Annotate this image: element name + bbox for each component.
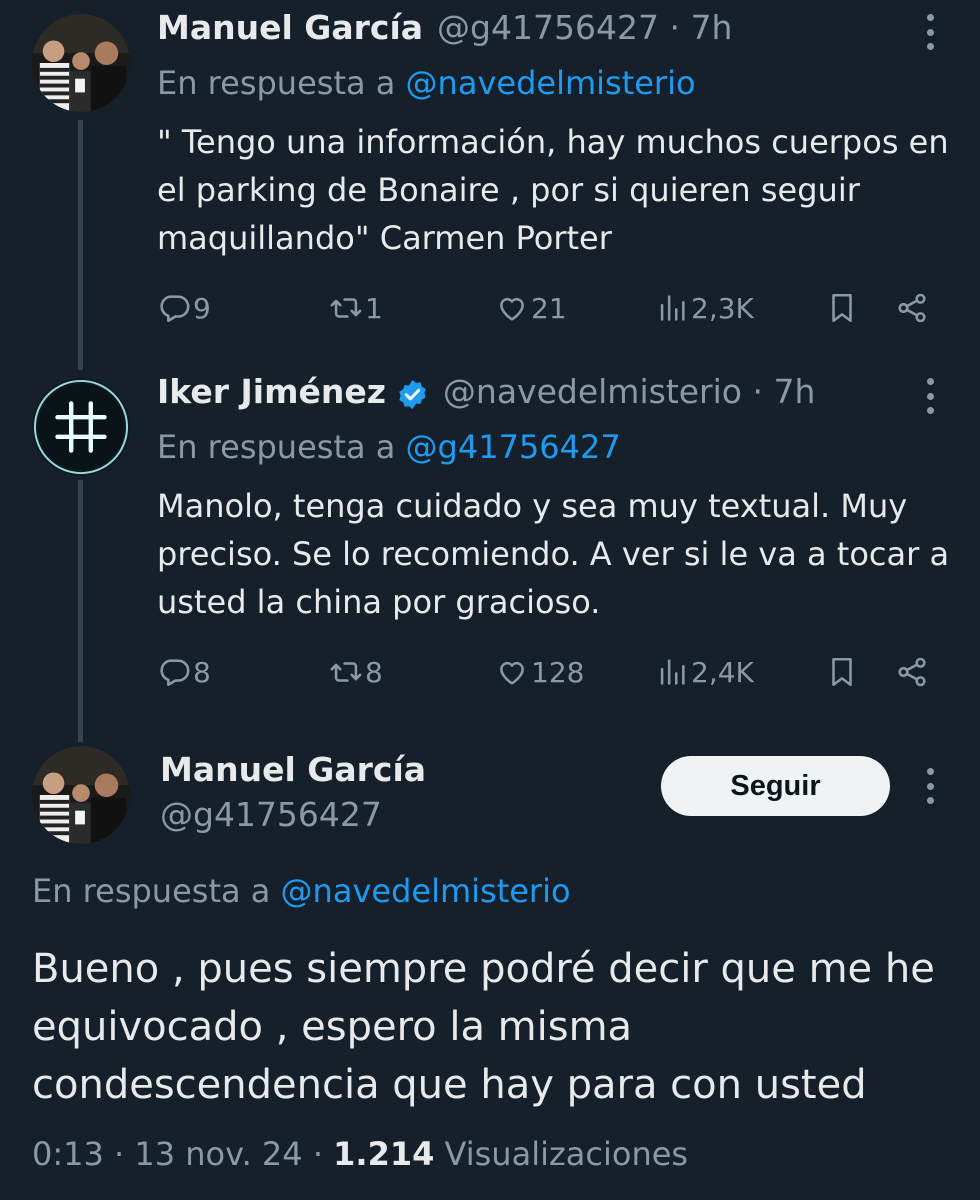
reply-context: En respuesta a @g41756427 [157,428,621,466]
hashtag-logo-icon [32,378,130,476]
like-count: 128 [531,655,585,689]
like-button[interactable]: 128 [495,652,584,692]
avatar[interactable] [32,746,130,844]
share-button[interactable] [895,652,929,692]
reply-to-link[interactable]: @g41756427 [406,428,621,466]
verified-icon [399,379,426,409]
views-count: 2,4K [691,655,754,689]
more-icon[interactable] [922,768,938,804]
tweet-header: Iker Jiménez @navedelmisterio · 7h [157,372,815,416]
views-count: 1.214 [333,1135,435,1173]
retweet-icon [330,662,362,682]
reply-icon [160,659,190,687]
avatar[interactable] [32,378,130,476]
tweet-time: · 7h [752,372,816,411]
author-handle[interactable]: @navedelmisterio · 7h [443,372,815,411]
reply-prefix: En respuesta a [157,428,396,466]
bookmark-button[interactable] [825,652,859,692]
tweet-2[interactable]: Iker Jiménez @navedelmisterio · 7h En re… [0,0,980,720]
more-icon[interactable] [922,378,938,414]
action-bar: 8 8 128 2,4K [157,652,947,692]
like-icon [500,661,524,685]
views-button[interactable]: 2,4K [655,652,754,692]
author-name[interactable]: Manuel García [160,750,426,789]
tweet-text: Bueno , pues siempre podré decir que me … [32,946,935,1108]
reply-prefix: En respuesta a [32,872,271,910]
reply-button[interactable]: 8 [157,652,211,692]
handle-text: @navedelmisterio [442,372,742,411]
follow-button[interactable]: Seguir [661,756,890,816]
reply-count: 8 [193,655,211,689]
tweet-meta: 0:13 · 13 nov. 24 · 1.214 Visualizacione… [32,1135,688,1173]
share-icon [898,657,926,687]
views-icon [660,659,685,685]
retweet-count: 8 [365,655,383,689]
retweet-button[interactable]: 8 [329,652,383,692]
reply-to-link[interactable]: @navedelmisterio [281,872,571,910]
tweet-text: Manolo, tenga cuidado y sea muy textual.… [157,487,950,621]
author-name[interactable]: Iker Jiménez [157,372,386,411]
reply-context: En respuesta a @navedelmisterio [32,872,571,910]
bookmark-icon [832,657,852,687]
timestamp[interactable]: 0:13 · 13 nov. 24 · [32,1135,323,1173]
views-label: Visualizaciones [444,1135,689,1173]
author-handle[interactable]: @g41756427 [160,795,382,834]
